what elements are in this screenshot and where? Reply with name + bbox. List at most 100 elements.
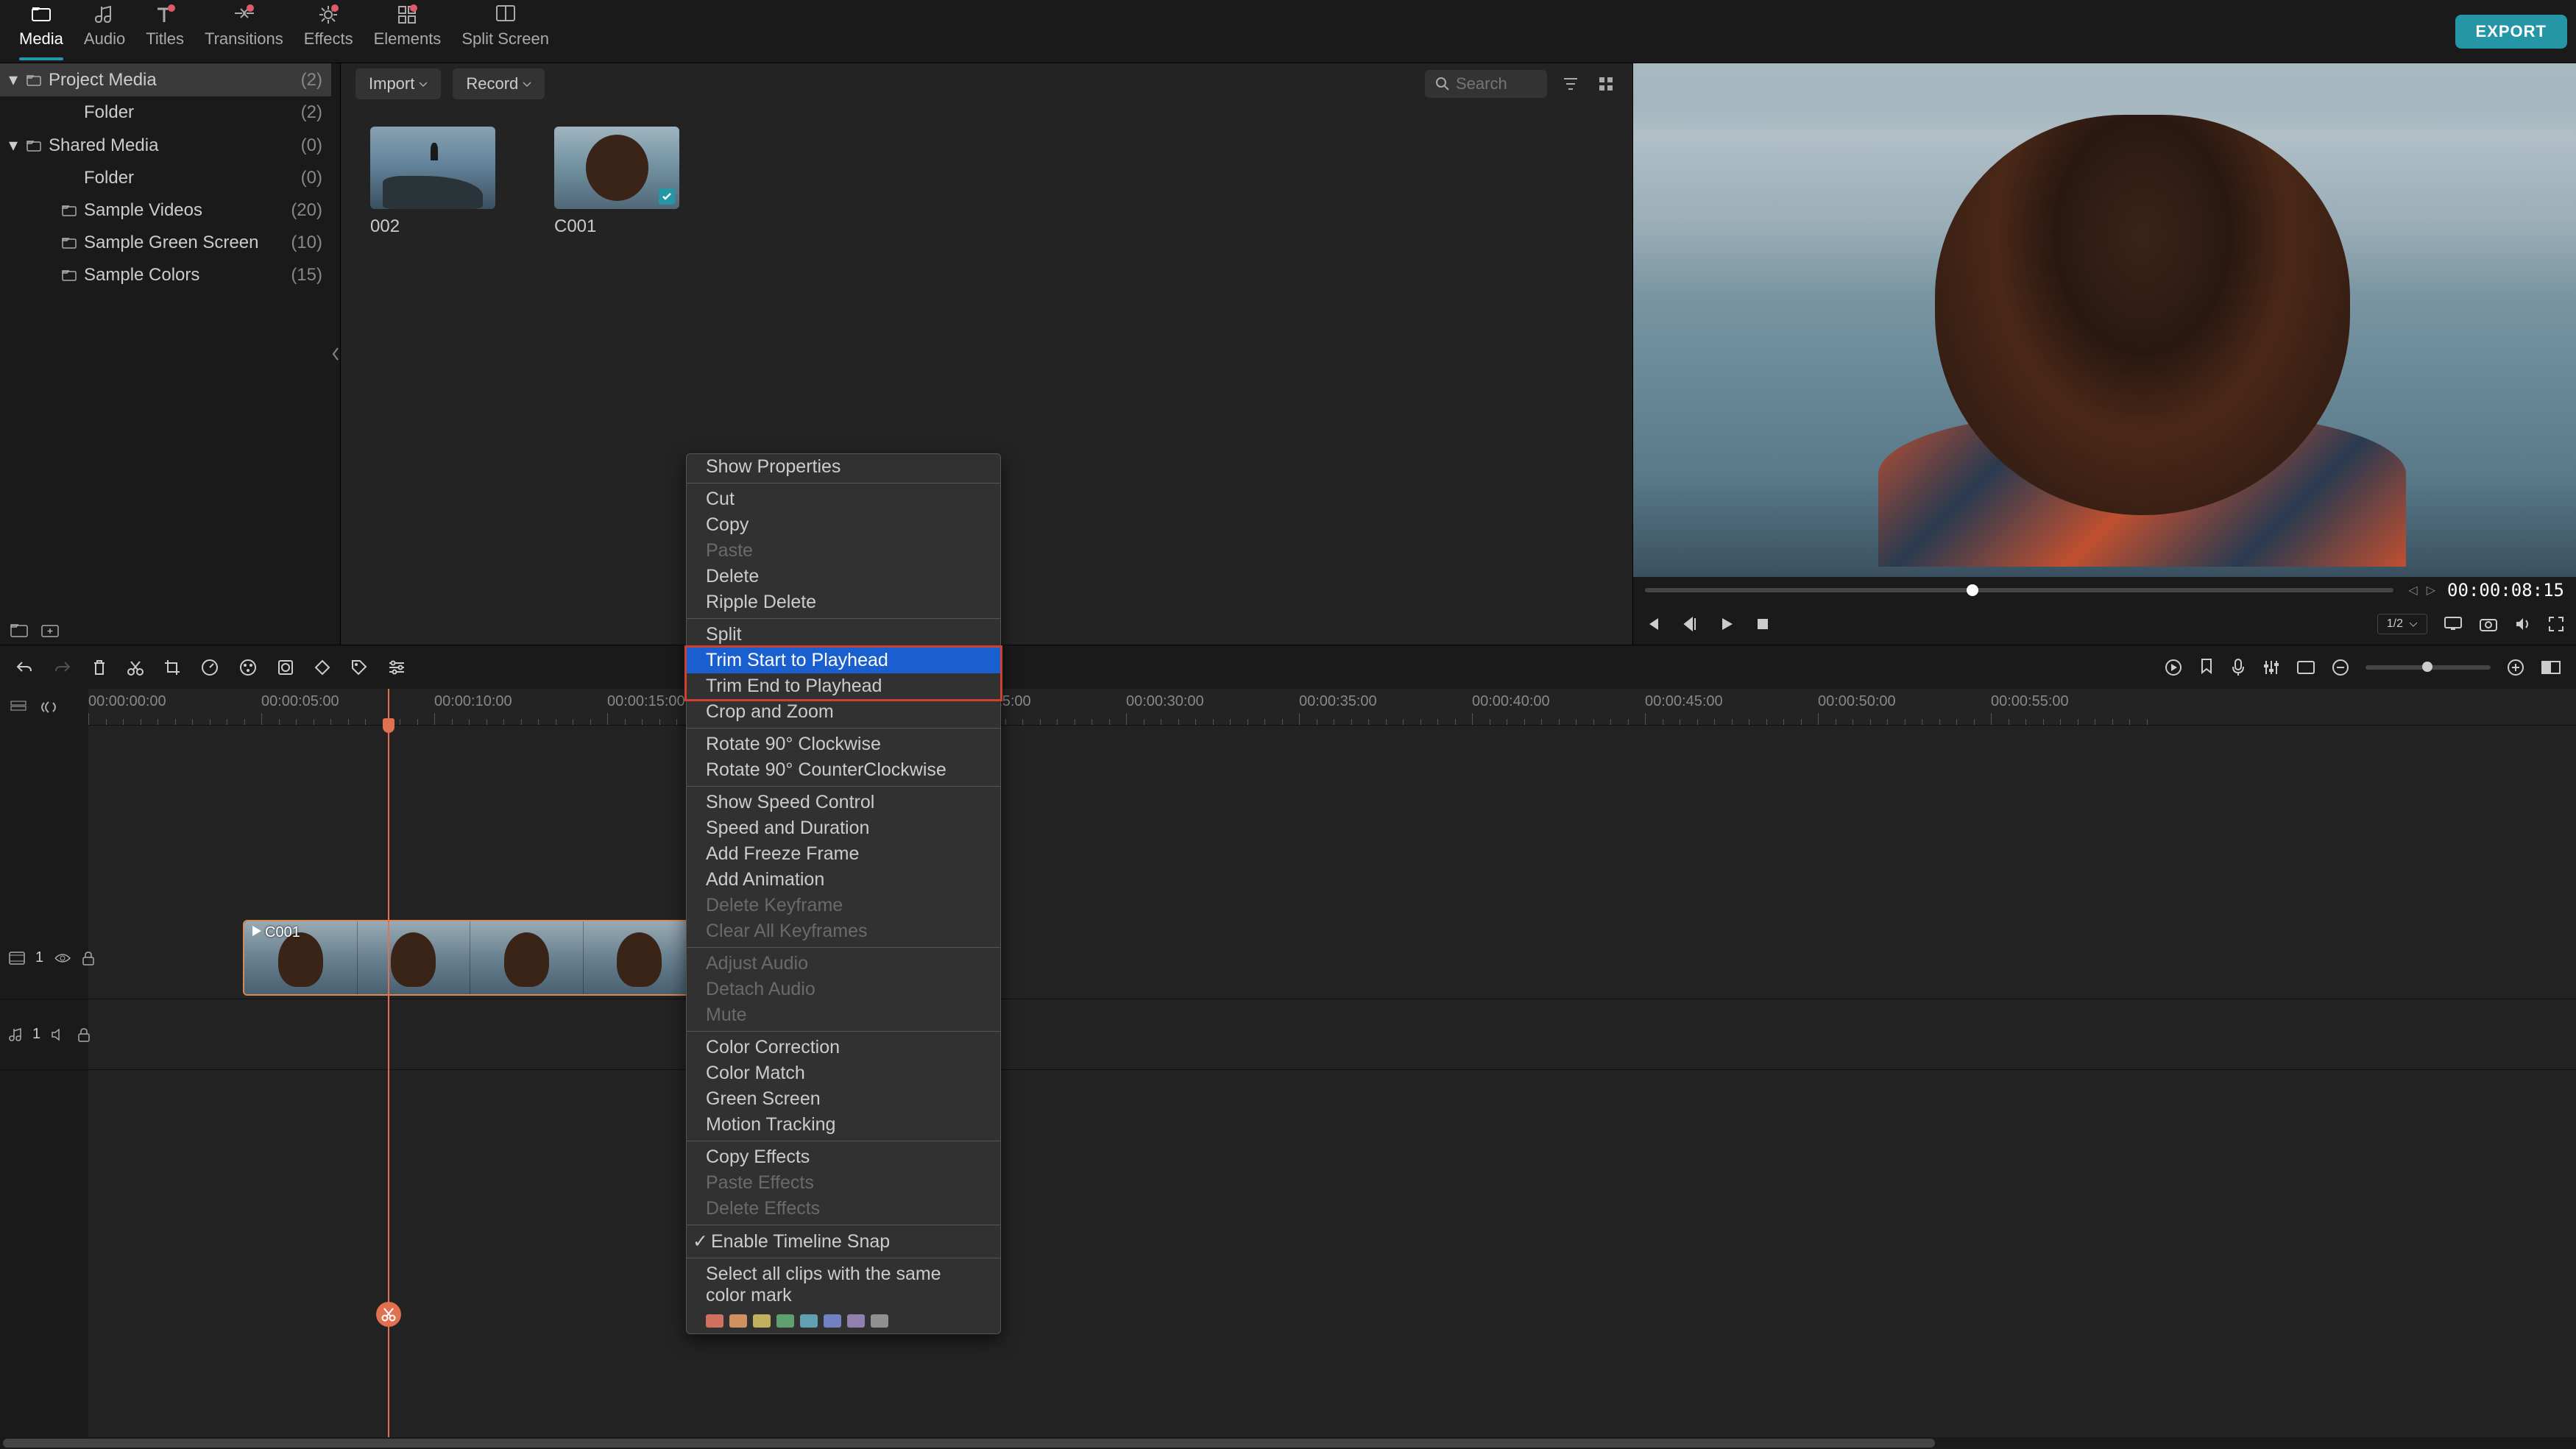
menu-item-copy-effects[interactable]: Copy Effects — [687, 1144, 1000, 1170]
menu-item-trim-end-to-playhead[interactable]: Trim End to Playhead — [687, 673, 1000, 699]
menu-item-color-match[interactable]: Color Match — [687, 1060, 1000, 1086]
zoom-out-icon[interactable] — [2332, 659, 2349, 676]
tree-item-folder[interactable]: Folder(0) — [0, 162, 331, 194]
tab-titles[interactable]: Titles — [135, 0, 194, 66]
snapshot-icon[interactable] — [2479, 616, 2498, 632]
stop-icon[interactable] — [1755, 617, 1770, 631]
next-frame-icon[interactable]: ▷ — [2427, 583, 2435, 598]
menu-item-rotate-90-clockwise[interactable]: Rotate 90° Clockwise — [687, 731, 1000, 757]
tree-item-shared-media[interactable]: ▾Shared Media(0) — [0, 129, 331, 162]
color-swatch[interactable] — [847, 1314, 865, 1328]
greenscreen-icon[interactable] — [277, 659, 294, 676]
zoom-fit-icon[interactable] — [2541, 660, 2561, 675]
speed-icon[interactable] — [200, 658, 219, 677]
tree-item-project-media[interactable]: ▾Project Media(2) — [0, 63, 331, 96]
import-button[interactable]: Import — [355, 68, 441, 99]
keyframe-icon[interactable] — [314, 659, 331, 676]
search-input[interactable] — [1425, 70, 1547, 98]
video-track-1[interactable]: C001 — [88, 917, 2576, 999]
menu-item-rotate-90-counterclockwise[interactable]: Rotate 90° CounterClockwise — [687, 757, 1000, 783]
color-swatch[interactable] — [753, 1314, 771, 1328]
tree-item-sample-colors[interactable]: Sample Colors(15) — [0, 259, 331, 291]
tab-audio[interactable]: Audio — [74, 0, 135, 66]
go-start-icon[interactable] — [1645, 616, 1661, 632]
tab-media[interactable]: Media — [9, 0, 74, 66]
mute-icon[interactable] — [51, 1028, 67, 1041]
split-icon[interactable] — [127, 659, 144, 676]
new-folder-icon[interactable] — [10, 623, 28, 637]
auto-ripple-icon[interactable] — [40, 701, 57, 714]
menu-item-select-all-clips-with-the-same-color-mark[interactable]: Select all clips with the same color mar… — [687, 1261, 1000, 1308]
tab-elements[interactable]: Elements — [364, 0, 452, 66]
menu-item-trim-start-to-playhead[interactable]: Trim Start to Playhead — [687, 648, 1000, 673]
clip-view-icon[interactable] — [2296, 660, 2315, 675]
playback-scrubber[interactable] — [1645, 588, 2393, 592]
step-back-icon[interactable] — [1682, 616, 1698, 632]
fullscreen-icon[interactable] — [2548, 616, 2564, 632]
menu-item-ripple-delete[interactable]: Ripple Delete — [687, 589, 1000, 615]
prev-frame-icon[interactable]: ◁ — [2408, 583, 2417, 598]
color-swatch[interactable] — [706, 1314, 723, 1328]
grid-view-icon[interactable] — [1594, 72, 1618, 96]
collapse-left-icon[interactable] — [331, 63, 340, 645]
redo-icon[interactable] — [53, 659, 72, 676]
audio-track-1[interactable] — [88, 999, 2576, 1070]
menu-item-split[interactable]: Split — [687, 622, 1000, 648]
menu-item-enable-timeline-snap[interactable]: Enable Timeline Snap — [687, 1228, 1000, 1255]
audio-track-head[interactable]: 1 — [0, 999, 88, 1070]
crop-icon[interactable] — [163, 659, 181, 676]
menu-item-speed-and-duration[interactable]: Speed and Duration — [687, 815, 1000, 841]
color-swatch[interactable] — [800, 1314, 818, 1328]
color-swatch[interactable] — [729, 1314, 747, 1328]
menu-item-delete[interactable]: Delete — [687, 564, 1000, 589]
render-icon[interactable] — [2164, 658, 2183, 677]
track-area[interactable]: 00:00:00:0000:00:05:0000:00:10:0000:00:1… — [88, 689, 2576, 1437]
horizontal-scrollbar[interactable] — [0, 1437, 2576, 1449]
color-swatch[interactable] — [871, 1314, 888, 1328]
manage-tracks-icon[interactable] — [10, 701, 26, 714]
media-thumb-002[interactable]: 002 — [370, 127, 495, 237]
tag-icon[interactable] — [350, 659, 368, 676]
filter-icon[interactable] — [1559, 72, 1582, 96]
voiceover-icon[interactable] — [2230, 658, 2246, 677]
menu-item-color-correction[interactable]: Color Correction — [687, 1035, 1000, 1060]
menu-item-cut[interactable]: Cut — [687, 486, 1000, 512]
export-button[interactable]: EXPORT — [2455, 15, 2567, 49]
preview-viewport[interactable] — [1633, 63, 2576, 577]
time-ruler[interactable]: 00:00:00:0000:00:05:0000:00:10:0000:00:1… — [88, 689, 2576, 726]
tree-item-folder[interactable]: Folder(2) — [0, 96, 331, 129]
new-folder-plus-icon[interactable] — [41, 623, 59, 637]
menu-item-show-speed-control[interactable]: Show Speed Control — [687, 790, 1000, 815]
zoom-slider[interactable] — [2366, 665, 2491, 670]
color-icon[interactable] — [238, 658, 258, 677]
zoom-ratio[interactable]: 1/2 — [2377, 614, 2427, 634]
volume-icon[interactable] — [2514, 616, 2532, 632]
timeline-clip[interactable]: C001 — [243, 920, 698, 996]
menu-item-add-freeze-frame[interactable]: Add Freeze Frame — [687, 841, 1000, 867]
tree-item-sample-green-screen[interactable]: Sample Green Screen(10) — [0, 227, 331, 259]
video-track-head[interactable]: 1 — [0, 917, 88, 999]
settings-lines-icon[interactable] — [387, 659, 406, 676]
menu-item-show-properties[interactable]: Show Properties — [687, 454, 1000, 480]
tab-split-screen[interactable]: Split Screen — [451, 0, 559, 66]
visibility-icon[interactable] — [54, 952, 71, 964]
delete-icon[interactable] — [91, 659, 107, 676]
mixer-icon[interactable] — [2262, 659, 2280, 676]
color-swatch[interactable] — [776, 1314, 794, 1328]
tree-item-sample-videos[interactable]: Sample Videos(20) — [0, 194, 331, 227]
menu-item-crop-and-zoom[interactable]: Crop and Zoom — [687, 699, 1000, 725]
tab-effects[interactable]: Effects — [294, 0, 364, 66]
tab-transitions[interactable]: Transitions — [194, 0, 294, 66]
media-thumb-c001[interactable]: C001 — [554, 127, 679, 237]
color-swatch[interactable] — [824, 1314, 841, 1328]
menu-item-add-animation[interactable]: Add Animation — [687, 867, 1000, 893]
record-button[interactable]: Record — [453, 68, 545, 99]
menu-item-motion-tracking[interactable]: Motion Tracking — [687, 1112, 1000, 1138]
display-icon[interactable] — [2444, 616, 2463, 632]
playhead[interactable] — [388, 689, 389, 1437]
zoom-in-icon[interactable] — [2507, 659, 2524, 676]
marker-icon[interactable] — [2199, 658, 2214, 677]
undo-icon[interactable] — [15, 659, 34, 676]
menu-item-green-screen[interactable]: Green Screen — [687, 1086, 1000, 1112]
play-icon[interactable] — [1719, 616, 1735, 632]
